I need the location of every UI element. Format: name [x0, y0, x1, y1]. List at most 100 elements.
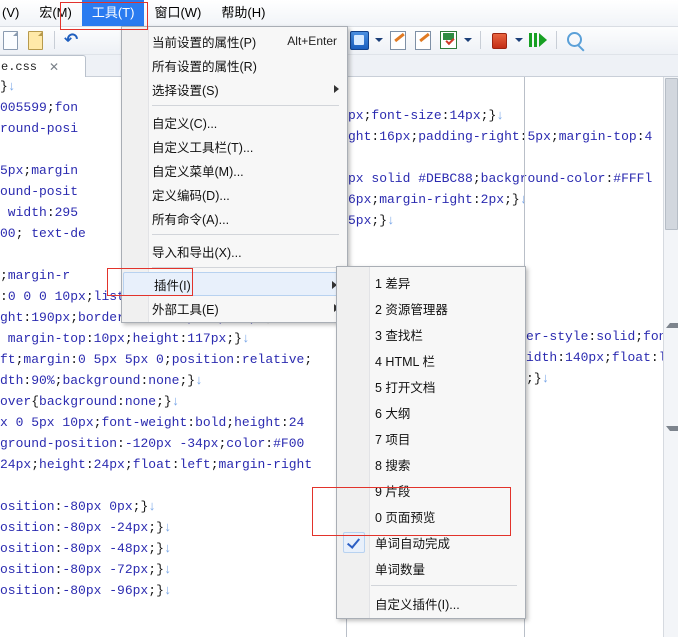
tools-menu-item-8[interactable]: 导入和导出(X)... — [122, 239, 347, 263]
code-line: ;}↓ — [526, 371, 550, 386]
menubar-item-1[interactable]: 宏(M) — [29, 0, 82, 26]
plugins-submenu[interactable]: 1 差异 2 资源管理器 3 查找栏 4 HTML 栏 5 打开文档 6 大纲 7 项目 8 … — [336, 266, 526, 619]
new-page-icon[interactable] — [0, 29, 22, 51]
copy-page-icon[interactable] — [25, 29, 47, 51]
menubar-item-label: 工具(T) — [91, 5, 135, 20]
tab-document[interactable]: e.css ✕ — [0, 55, 86, 77]
code-text-right: px;font-size:14px;}↓ ght:16px;padding-rig… — [348, 105, 678, 231]
code-line: ght:16px;padding-right:5px;margin-top:4 — [348, 129, 653, 144]
tools-menu-item-5[interactable]: 自定义菜单(M)... — [122, 158, 347, 182]
menu-item-label: 6 大纲 — [375, 406, 411, 421]
dropdown-arrow-icon-3[interactable] — [513, 29, 524, 51]
blue-settings-icon[interactable] — [348, 29, 370, 51]
toolbar-separator-1 — [54, 31, 55, 49]
menu-item-label: 5 打开文档 — [375, 380, 436, 395]
menu-item-label: 0 页面预览 — [375, 510, 436, 525]
tools-menu-item-7[interactable]: 所有命令(A)... — [122, 206, 347, 230]
tools-menu-item-9[interactable]: 插件(I) — [123, 272, 346, 296]
menu-item-label: 9 片段 — [375, 484, 411, 499]
menu-item-label: 7 项目 — [375, 432, 411, 447]
menu-item-shortcut: Alt+Enter — [287, 34, 337, 48]
plugins-menu-item-3[interactable]: 4 HTML 栏 — [337, 347, 525, 373]
undo-icon[interactable]: ↶ — [62, 29, 84, 51]
menu-item-label: 导入和导出(X)... — [152, 245, 242, 260]
plugins-menu-item-6[interactable]: 7 项目 — [337, 425, 525, 451]
dropdown-arrow-icon-2[interactable] — [462, 29, 473, 51]
plugins-menu-item-10[interactable]: 单词自动完成 — [337, 529, 525, 555]
menu-item-label: 8 搜索 — [375, 458, 411, 473]
dropdown-arrow-icon[interactable] — [373, 29, 384, 51]
code-line: 5px;}↓ — [348, 213, 395, 228]
code-line: er-style:solid;font — [526, 329, 675, 344]
checked-document-icon[interactable] — [437, 29, 459, 51]
tools-menu-item-10[interactable]: 外部工具(E) — [122, 296, 347, 320]
menu-item-label: 3 查找栏 — [375, 328, 423, 343]
tools-menu-item-2[interactable]: 选择设置(S) — [122, 77, 347, 101]
plugins-menu-item-11[interactable]: 单词数量 — [337, 555, 525, 581]
menu-separator — [152, 234, 339, 235]
code-line: idth:140px;float:le — [526, 350, 674, 365]
edit-document-icon[interactable] — [387, 29, 409, 51]
tools-menu-item-6[interactable]: 定义编码(D)... — [122, 182, 347, 206]
menu-item-label: 所有设置的属性(R) — [152, 59, 257, 74]
code-line: 6px;margin-right:2px;}↓ — [348, 192, 528, 207]
menu-item-label: 自定义(C)... — [152, 116, 218, 131]
vertical-scrollbar[interactable] — [663, 76, 678, 637]
menu-item-label: 定义编码(D)... — [152, 188, 230, 203]
menu-item-label: 当前设置的属性(P) — [152, 35, 257, 50]
menubar-item-4[interactable]: 帮助(H) — [211, 0, 275, 26]
menu-item-label: 外部工具(E) — [152, 302, 219, 317]
plugins-menu-item-2[interactable]: 3 查找栏 — [337, 321, 525, 347]
run-macro-icon[interactable] — [527, 29, 549, 51]
plugins-menu-item-1[interactable]: 2 资源管理器 — [337, 295, 525, 321]
menubar-item-label: (V) — [2, 5, 20, 20]
menubar-item-label: 宏(M) — [39, 5, 72, 20]
menu-item-label: 选择设置(S) — [152, 83, 219, 98]
toolbar-separator-2 — [480, 31, 481, 49]
menubar-item-label: 窗口(W) — [154, 5, 202, 20]
menu-item-label: 4 HTML 栏 — [375, 354, 435, 369]
menu-bar: (V) 宏(M) 工具(T) 窗口(W) 帮助(H) — [0, 0, 678, 27]
menu-separator — [152, 267, 339, 268]
tools-menu-item-4[interactable]: 自定义工具栏(T)... — [122, 134, 347, 158]
edit-document-copy-icon[interactable] — [412, 29, 434, 51]
scrollbar-thumb[interactable] — [665, 78, 678, 230]
tools-dropdown-menu[interactable]: 当前设置的属性(P) Alt+Enter 所有设置的属性(R) 选择设置(S) 自定义(… — [121, 26, 348, 323]
tools-menu-item-1[interactable]: 所有设置的属性(R) — [122, 53, 347, 77]
plugins-menu-item-0[interactable]: 1 差异 — [337, 269, 525, 295]
scroll-up-arrow-icon[interactable] — [666, 314, 678, 328]
tab-label: e.css — [1, 59, 38, 74]
menu-item-label: 插件(I) — [154, 278, 191, 293]
menu-item-label: 2 资源管理器 — [375, 302, 448, 317]
menu-item-label: 单词数量 — [375, 562, 426, 577]
code-text-right-lower: er-style:solid;font idth:140px;float:le;}… — [526, 326, 678, 389]
checkmark-icon[interactable] — [343, 532, 365, 553]
menu-separator — [371, 585, 517, 586]
menu-separator — [152, 105, 339, 106]
stop-record-icon[interactable] — [488, 29, 510, 51]
menu-item-label: 单词自动完成 — [375, 536, 451, 551]
tools-menu-item-3[interactable]: 自定义(C)... — [122, 110, 347, 134]
menubar-item-2[interactable]: 工具(T) — [81, 0, 145, 26]
code-line: px solid #DEBC88;background-color:#FFFl — [348, 171, 653, 186]
code-line: px;font-size:14px;}↓ — [348, 108, 505, 123]
close-icon[interactable]: ✕ — [49, 61, 59, 73]
menubar-item-0[interactable]: (V) — [0, 0, 29, 26]
menu-item-label: 自定义插件(I)... — [375, 597, 460, 612]
menu-item-label: 自定义工具栏(T)... — [152, 140, 254, 155]
submenu-arrow-icon — [334, 85, 339, 93]
plugins-menu-item-9[interactable]: 0 页面预览 — [337, 503, 525, 529]
menubar-item-3[interactable]: 窗口(W) — [144, 0, 211, 26]
plugins-menu-item-5[interactable]: 6 大纲 — [337, 399, 525, 425]
plugins-menu-item-7[interactable]: 8 搜索 — [337, 451, 525, 477]
scroll-down-arrow-icon[interactable] — [666, 426, 678, 440]
menu-item-label: 自定义菜单(M)... — [152, 164, 244, 179]
find-magnifier-icon[interactable] — [564, 29, 586, 51]
plugins-menu-item-12[interactable]: 自定义插件(I)... — [337, 590, 525, 616]
plugins-menu-item-4[interactable]: 5 打开文档 — [337, 373, 525, 399]
plugins-menu-item-8[interactable]: 9 片段 — [337, 477, 525, 503]
toolbar-separator-3 — [556, 31, 557, 49]
tools-menu-item-0[interactable]: 当前设置的属性(P) Alt+Enter — [122, 29, 347, 53]
menu-item-label: 1 差异 — [375, 276, 411, 291]
